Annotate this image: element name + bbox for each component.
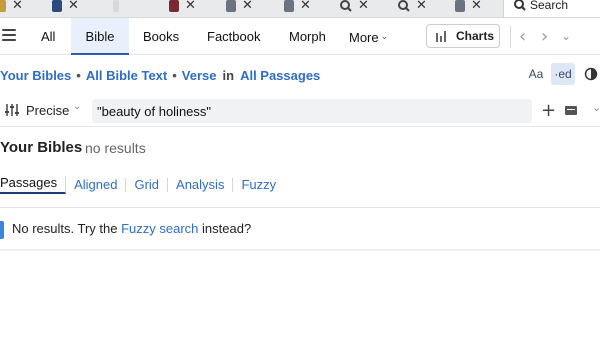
message-suffix: instead? [202, 220, 252, 236]
forward-arrow-icon[interactable]: › [541, 26, 548, 47]
close-icon[interactable]: ✕ [242, 0, 253, 13]
divider [510, 26, 511, 48]
close-icon[interactable]: ✕ [300, 0, 311, 13]
book-icon [169, 0, 179, 12]
tab-aligned[interactable]: Aligned [66, 178, 127, 192]
text-style-button[interactable]: ·ed [551, 63, 575, 85]
charts-label: Charts [456, 29, 495, 43]
search-icon [514, 0, 526, 11]
tab-books[interactable]: Books [143, 18, 179, 55]
search-icon [398, 0, 410, 12]
separator-dot: • [172, 67, 177, 83]
close-icon[interactable]: ✕ [12, 0, 23, 13]
panel-nav-bar: All Bible Books Factbook Morph More ⌄ Cha… [0, 18, 600, 55]
search-query-bar: Precise ⌄ + ⌄ [0, 95, 600, 127]
separator-dot: • [76, 67, 81, 83]
menu-icon[interactable] [2, 29, 16, 41]
close-icon[interactable]: ✕ [416, 0, 427, 13]
search-tab-label: Search [530, 0, 569, 12]
results-count: no results [85, 140, 146, 156]
tab-separator [113, 0, 119, 12]
chevron-down-icon[interactable]: ⌄ [561, 29, 571, 43]
scope-link[interactable]: Your Bibles [0, 68, 71, 83]
tab-more-label: More [349, 30, 379, 45]
close-icon[interactable]: ✕ [358, 0, 369, 13]
charts-button[interactable]: Charts [426, 24, 500, 48]
tab-analysis[interactable]: Analysis [168, 178, 234, 192]
chevron-down-icon: ⌄ [380, 31, 389, 41]
no-results-message: No results. Try the Fuzzy search instead… [0, 215, 600, 251]
in-label: in [222, 67, 235, 83]
close-icon[interactable]: ✕ [185, 0, 196, 13]
search-icon [340, 0, 352, 12]
window-tab[interactable]: ✕ [398, 0, 427, 17]
chevron-down-icon[interactable]: ⌄ [592, 101, 600, 114]
close-icon[interactable]: ✕ [471, 0, 482, 13]
tab-grid[interactable]: Grid [126, 178, 169, 192]
message-text: No results. Try the Fuzzy search instead… [12, 221, 251, 236]
result-view-tabs: Passages Aligned Grid Analysis Fuzzy [0, 175, 284, 195]
chevron-down-icon[interactable]: ⌄ [73, 101, 81, 112]
search-scope-breadcrumb: Your Bibles • All Bible Text • Verse in … [0, 66, 320, 84]
info-bar [0, 221, 4, 239]
passages-link[interactable]: All Passages [240, 68, 320, 83]
window-tab[interactable]: ✕ [284, 0, 311, 17]
fuzzy-search-link[interactable]: Fuzzy search [121, 221, 198, 236]
tab-factbook[interactable]: Factbook [207, 18, 260, 55]
window-tab-search[interactable]: Search [503, 0, 600, 17]
unit-link[interactable]: Verse [182, 68, 217, 83]
text-scope-link[interactable]: All Bible Text [86, 68, 167, 83]
tab-fuzzy[interactable]: Fuzzy [233, 178, 284, 192]
window-tab[interactable]: ✕ [340, 0, 369, 17]
font-settings-button[interactable]: Aa [526, 63, 546, 85]
document-icon [226, 0, 236, 12]
add-icon[interactable]: + [541, 100, 556, 121]
message-prefix: No results. Try the [12, 220, 118, 236]
list-options-icon[interactable] [565, 106, 577, 115]
window-tab[interactable] [113, 0, 119, 17]
tab-all[interactable]: All [41, 18, 55, 55]
bar-chart-icon [436, 31, 446, 42]
tab-more[interactable]: More ⌄ [349, 18, 388, 55]
back-arrow-icon[interactable]: ‹ [519, 26, 526, 47]
window-tab[interactable]: ✕ [169, 0, 196, 17]
window-tab[interactable]: ✕ [52, 0, 79, 17]
tab-morph[interactable]: Morph [289, 18, 326, 55]
book-icon [52, 0, 62, 12]
search-options-icon[interactable] [4, 103, 20, 117]
window-tab[interactable]: ✕ [0, 0, 23, 17]
results-heading: Your Bibles [0, 139, 83, 156]
tab-bible[interactable]: Bible [71, 18, 129, 55]
book-icon [0, 0, 6, 12]
search-mode-dropdown[interactable]: Precise [26, 103, 69, 118]
document-icon [455, 0, 465, 12]
window-tab-strip: ✕ ✕ ✕ ✕ ✕ ✕ ✕ ✕ Search [0, 0, 600, 18]
divider [0, 207, 600, 208]
document-icon [284, 0, 294, 12]
close-icon[interactable]: ✕ [68, 0, 79, 13]
window-tab[interactable]: ✕ [226, 0, 253, 17]
visual-filter-icon[interactable] [582, 63, 600, 85]
search-input[interactable] [92, 99, 532, 123]
tab-passages[interactable]: Passages [0, 176, 67, 194]
window-tab[interactable]: ✕ [455, 0, 482, 17]
